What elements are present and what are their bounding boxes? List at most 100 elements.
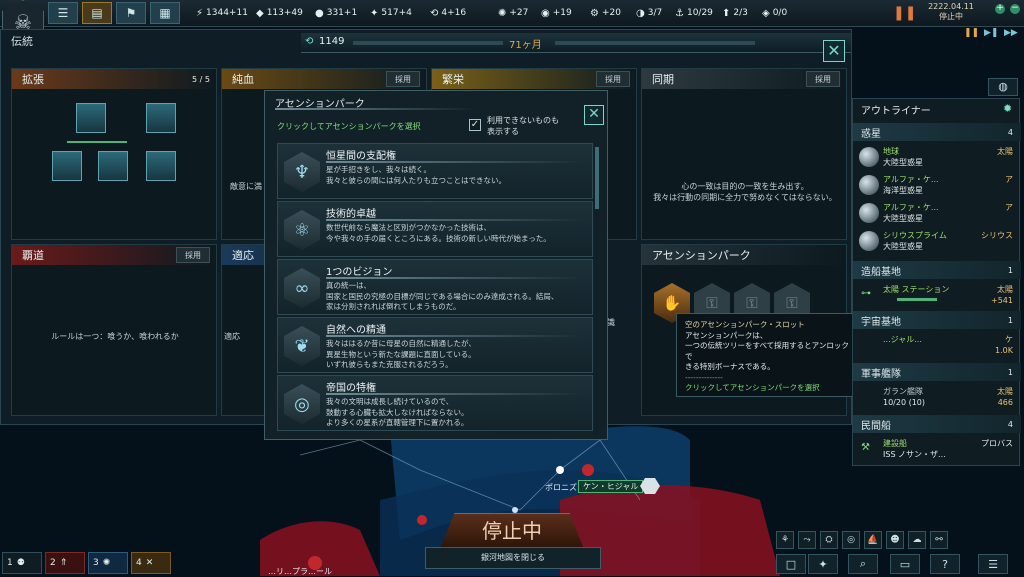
bottom-tab-4[interactable]: 4 ✕ xyxy=(131,552,171,574)
outliner-toggle-button[interactable]: ◍ xyxy=(988,78,1018,96)
resource-unity[interactable]: ⟲ 4+16 xyxy=(430,6,466,20)
speed-pause-button[interactable]: ❚❚ xyxy=(964,28,979,38)
mapmode-button[interactable]: ☻ xyxy=(886,531,904,549)
resource-envoys[interactable]: ◈ 0/0 xyxy=(762,6,787,20)
resource-minerals[interactable]: ◆ 113+49 xyxy=(256,6,303,20)
resource-planets[interactable]: ◑ 3/7 xyxy=(636,6,662,20)
section-name: 惑星 xyxy=(861,128,881,140)
system-label-2[interactable]: ケン・ヒジャル xyxy=(578,480,644,493)
outliner-section-planets[interactable]: 惑星 4 xyxy=(853,123,1021,141)
fullscreen-button[interactable]: □ xyxy=(776,554,806,574)
perk-imperial-prerogative[interactable]: ◎ 帝国の特権 我々の文明は成長し続けているので、 鼓動する心臓も拡大しなければ… xyxy=(277,375,593,431)
tradition-tree-harmony[interactable]: 同期 採用 心の一致は目的の一致を生み出す。 我々は行動の同期に全力で努めなくて… xyxy=(641,68,847,240)
perk-interstellar-dominion[interactable]: ♆ 恒星間の支配権 星が手招きをし、我々は続く。 我々と彼らの間には何人たりも立… xyxy=(277,143,593,199)
show-unavailable-checkbox[interactable]: ✓ xyxy=(469,119,481,131)
mapmode-button[interactable]: ☁ xyxy=(908,531,926,549)
outliner-section-shipyards[interactable]: 造船基地 1 xyxy=(853,261,1021,279)
food-icon: ● xyxy=(315,7,324,19)
outliner-outpost[interactable]: ...ジャル... ケ 1.0K xyxy=(857,333,1017,357)
outliner-planet[interactable]: アルファ・ケ... 海洋型惑星 ア xyxy=(857,173,1017,197)
tradition-node[interactable] xyxy=(98,151,128,181)
resource-influence[interactable]: ✦ 517+4 xyxy=(370,6,412,20)
tradition-tree-supremacy[interactable]: 覇道 採用 ルールは一つ：喰うか、喰われるか xyxy=(11,244,217,416)
adopt-button[interactable]: 採用 xyxy=(806,71,840,87)
starbase-health-bar xyxy=(897,298,937,301)
planet-name: シリウスプライム xyxy=(883,231,947,240)
menu-button[interactable]: ☰ xyxy=(978,554,1008,574)
resource-starbase-capacity[interactable]: ⬆ 2/3 xyxy=(722,6,748,20)
policies-button[interactable]: ⚑ xyxy=(116,2,146,24)
perk-technological-ascendancy[interactable]: ⚛ 技術的卓越 数世代前なら魔法と区別がつかなかった技術は、 今や我々の手の届く… xyxy=(277,201,593,257)
mapmode-button[interactable]: ⛵ xyxy=(864,531,882,549)
popup-close-button[interactable]: ✕ xyxy=(584,105,604,125)
game-status: 停止中 xyxy=(939,12,963,21)
resource-energy[interactable]: ⚡ 1344+11 xyxy=(196,6,248,20)
ascension-perk-popup: アセンションパーク クリックしてアセンションパークを選択 ✓ 利用できないものも… xyxy=(264,90,608,440)
perk-one-vision[interactable]: ∞ 1つのビジョン 真の統一は、 国家と国民の究極の目標が同じである場合にのみ達… xyxy=(277,259,593,315)
planet-icon xyxy=(859,147,879,167)
outliner-civilian-ship[interactable]: ⚒ 建設船 ISS ノサン・ザ... プロバス xyxy=(857,437,1017,461)
ship-icon: ⛵ xyxy=(867,535,879,545)
adopt-button[interactable]: 採用 xyxy=(596,71,630,87)
top-bar: ☰ ▤ ⚑ ▦ ⚡ 1344+11 ◆ 113+49 ● 331+1 ✦ 517+4 ⟲ 4+16… xyxy=(0,0,1024,38)
resource-society[interactable]: ◉ +19 xyxy=(541,6,572,20)
tooltip-body: アセンションパークは、 一つの伝統ツリーをすべて採用するとアンロックで きる特別… xyxy=(685,330,849,372)
outliner-starbase[interactable]: ⊶ 太陽 ステーション 太陽 +541 xyxy=(857,283,1017,307)
unity-icon: ⟲ xyxy=(305,36,314,47)
popup-scroll-thumb[interactable] xyxy=(595,147,599,209)
bottom-tab-1[interactable]: 1 ⚉ xyxy=(2,552,42,574)
adopt-button[interactable]: 採用 xyxy=(386,71,420,87)
system-label[interactable]: ポロニズ xyxy=(545,482,577,493)
tree-name: 繁栄 xyxy=(442,73,464,86)
outliner-section-civilian[interactable]: 民間船 4 xyxy=(853,415,1021,433)
technology-button[interactable]: ▦ xyxy=(150,2,180,24)
mapmode-button[interactable]: ◎ xyxy=(842,531,860,549)
mapmode-button[interactable]: ⛭ xyxy=(820,531,838,549)
outliner-section-fleets[interactable]: 軍事艦隊 1 xyxy=(853,363,1021,381)
tradition-tree-expansion[interactable]: 拡張 5 / 5 xyxy=(11,68,217,240)
bottom-tab-3[interactable]: 3 ✺ xyxy=(88,552,128,574)
outliner-planet[interactable]: シリウスプライム 大陸型惑星 シリウス xyxy=(857,229,1017,253)
close-galaxy-map-button[interactable]: 銀河地図を閉じる xyxy=(425,547,601,569)
tradition-node[interactable] xyxy=(146,103,176,133)
resource-engineering[interactable]: ⚙ +20 xyxy=(590,6,621,20)
outliner-fleet[interactable]: ガラン艦隊 10/20 (10) 太陽 466 xyxy=(857,385,1017,409)
map-filter-button[interactable]: ✦ xyxy=(808,554,838,574)
outliner-settings-button[interactable]: ✹ xyxy=(1003,102,1012,115)
planet-system: ア xyxy=(1005,175,1013,184)
resource-fleet-capacity[interactable]: ⚓ 10/29 xyxy=(675,6,713,20)
date-display[interactable]: 2222.04.11 停止中 xyxy=(925,2,977,24)
tradition-node[interactable] xyxy=(52,151,82,181)
gear-icon: ✹ xyxy=(1003,102,1013,115)
tradition-node[interactable] xyxy=(76,103,106,133)
search-button[interactable]: ⌕ xyxy=(848,554,878,574)
outliner-section-starbases[interactable]: 宇宙基地 1 xyxy=(853,311,1021,329)
starbase-capacity-icon: ⬆ xyxy=(722,7,731,19)
pause-button[interactable]: ❚❚ xyxy=(893,3,916,23)
zoom-in-button[interactable]: + xyxy=(995,4,1005,14)
speed-play-button[interactable]: ▶❚ xyxy=(984,28,998,38)
speed-fast-button[interactable]: ▶▶ xyxy=(1004,28,1018,38)
technology-icon: ▦ xyxy=(159,6,171,20)
contacts-button[interactable]: ☰ xyxy=(48,2,78,24)
traditions-close-button[interactable]: ✕ xyxy=(823,40,845,62)
messages-button[interactable]: ▭ xyxy=(890,554,920,574)
mapmode-button[interactable]: ⤳ xyxy=(798,531,816,549)
zoom-out-button[interactable]: − xyxy=(1010,4,1020,14)
outliner-planet[interactable]: 地球 大陸型惑星 太陽 xyxy=(857,145,1017,169)
bottom-tab-2[interactable]: 2 ⇑ xyxy=(45,552,85,574)
help-button[interactable]: ? xyxy=(930,554,960,574)
situation-log-button[interactable]: ▤ xyxy=(82,2,112,24)
adopt-button[interactable]: 採用 xyxy=(176,247,210,263)
mapmode-button[interactable]: ⚯ xyxy=(930,531,948,549)
resource-research[interactable]: ✺ +27 xyxy=(498,6,528,20)
search-icon: ⌕ xyxy=(859,557,867,570)
mapmode-button[interactable]: ⚘ xyxy=(776,531,794,549)
outliner-planet[interactable]: アルファ・ケ... 大陸型惑星 ア xyxy=(857,201,1017,225)
partial-text: 識 xyxy=(607,318,615,327)
planet-type: 大陸型惑星 xyxy=(883,214,923,223)
tradition-node[interactable] xyxy=(146,151,176,181)
perk-mastery-of-nature[interactable]: ❦ 自然への精通 我々ははるか昔に母星の自然に精通したが、 異星生物という新たな… xyxy=(277,317,593,373)
system-label-bottom[interactable]: …リ…プラ…ール xyxy=(268,566,332,577)
resource-food[interactable]: ● 331+1 xyxy=(315,6,357,20)
